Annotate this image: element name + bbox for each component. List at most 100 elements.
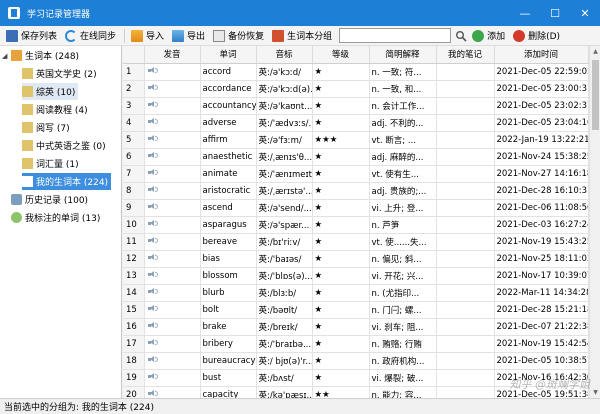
pronunciation-cell[interactable] bbox=[144, 233, 201, 251]
search-input[interactable] bbox=[339, 28, 452, 43]
pronunciation-cell[interactable] bbox=[144, 352, 201, 370]
table-row[interactable]: 10 asparagus 英:/ə'spær... ★ n. 芦笋 2021-Dec-03… bbox=[123, 216, 589, 234]
notes-cell[interactable] bbox=[436, 199, 495, 217]
notes-cell[interactable] bbox=[436, 267, 495, 285]
notes-cell[interactable] bbox=[436, 386, 495, 398]
vertical-scrollbar[interactable]: ▲ ▼ bbox=[589, 46, 600, 398]
speaker-icon[interactable] bbox=[147, 372, 158, 381]
pronunciation-cell[interactable] bbox=[144, 114, 201, 132]
speaker-icon[interactable] bbox=[147, 185, 158, 194]
header-word[interactable]: 单词 bbox=[200, 46, 257, 64]
speaker-icon[interactable] bbox=[147, 321, 158, 330]
table-row[interactable]: 11 bereave 英:/bɪ'riːv/★ vt. 使......失... 2021… bbox=[123, 233, 589, 251]
notes-cell[interactable] bbox=[436, 301, 495, 319]
notes-cell[interactable] bbox=[436, 97, 495, 115]
tree-item-comprehensive-english[interactable]: 综英 (10) bbox=[22, 83, 79, 100]
notes-cell[interactable] bbox=[436, 148, 495, 166]
header-my-notes[interactable]: 我的笔记 bbox=[436, 46, 495, 64]
add-button[interactable]: 添加 bbox=[469, 27, 508, 45]
online-sync-button[interactable]: 在线同步 bbox=[62, 27, 119, 45]
notes-cell[interactable] bbox=[436, 131, 495, 149]
table-row[interactable]: 9 ascend 英:/ə'send/... ★ vi. 上升; 登... 2021-De… bbox=[123, 199, 589, 217]
speaker-icon[interactable] bbox=[147, 338, 158, 347]
notes-cell[interactable] bbox=[436, 165, 495, 183]
speaker-icon[interactable] bbox=[147, 117, 158, 126]
speaker-icon[interactable] bbox=[147, 236, 158, 245]
speaker-icon[interactable] bbox=[147, 134, 158, 143]
header-level[interactable]: 等级 bbox=[312, 46, 370, 64]
header-phonetic[interactable]: 音标 bbox=[256, 46, 313, 64]
speaker-icon[interactable] bbox=[147, 287, 158, 296]
tree-item-reading-writing[interactable]: 阅写 (7) bbox=[22, 119, 73, 136]
table-row[interactable]: 16 brake 英:/breɪk/★ vi. 刹车; 阻... 2021-Dec-07… bbox=[123, 318, 589, 336]
pronunciation-cell[interactable] bbox=[144, 131, 201, 149]
speaker-icon[interactable] bbox=[147, 168, 158, 177]
scroll-down-arrow-icon[interactable]: ▼ bbox=[590, 387, 600, 398]
delete-button[interactable]: 删除(D) bbox=[510, 27, 563, 45]
speaker-icon[interactable] bbox=[147, 253, 158, 262]
notes-cell[interactable] bbox=[436, 233, 495, 251]
search-button[interactable] bbox=[453, 28, 469, 44]
table-row[interactable]: 7 animate英:/'ænɪmeɪt...★vt. 使有生... 2021-No… bbox=[123, 165, 589, 183]
notes-cell[interactable] bbox=[436, 284, 495, 302]
tree-item-reading-course[interactable]: 阅读教程 (4) bbox=[22, 101, 91, 118]
notes-cell[interactable] bbox=[436, 369, 495, 387]
header-definition[interactable]: 简明解释 bbox=[369, 46, 437, 64]
speaker-icon[interactable] bbox=[147, 304, 158, 313]
table-row[interactable]: 17 bribery 英:/'braɪbə... ★ n. 贿赂; 行贿 2021-Nov… bbox=[123, 335, 589, 353]
speaker-icon[interactable] bbox=[147, 100, 158, 109]
tree-item-vocabulary[interactable]: 词汇量 (1) bbox=[22, 155, 82, 172]
tree-item-wordbook[interactable]: ◢ 生词本 (248) bbox=[2, 47, 82, 64]
speaker-icon[interactable] bbox=[147, 66, 158, 75]
notes-cell[interactable] bbox=[436, 335, 495, 353]
save-list-button[interactable]: 保存列表 bbox=[3, 27, 60, 45]
tree-item-english-literature[interactable]: 英国文学史 (2) bbox=[22, 65, 100, 82]
tree-item-marked-words[interactable]: 我标注的单词 (13) bbox=[11, 209, 103, 226]
pronunciation-cell[interactable] bbox=[144, 318, 201, 336]
tree-item-chinglish[interactable]: 中式英语之鉴 (0) bbox=[22, 137, 109, 154]
export-button[interactable]: 导出 bbox=[169, 27, 208, 45]
pronunciation-cell[interactable] bbox=[144, 335, 201, 353]
table-row[interactable]: 4 adverse 英:/'ædvɜːs/... ★ adj. 不利的... 2021-D… bbox=[123, 114, 589, 132]
scroll-up-arrow-icon[interactable]: ▲ bbox=[590, 46, 600, 57]
speaker-icon[interactable] bbox=[147, 355, 158, 364]
pronunciation-cell[interactable] bbox=[144, 80, 201, 98]
pronunciation-cell[interactable] bbox=[144, 199, 201, 217]
speaker-icon[interactable] bbox=[147, 83, 158, 92]
pronunciation-cell[interactable] bbox=[144, 369, 201, 387]
pronunciation-cell[interactable] bbox=[144, 182, 201, 200]
table-row[interactable]: 12 bias 英:/'baɪəs/★ n. 偏见; 斜... 2021-Nov-25 … bbox=[123, 250, 589, 268]
wordbook-group-button[interactable]: 生词本分组 bbox=[269, 27, 335, 45]
pronunciation-cell[interactable] bbox=[144, 148, 201, 166]
notes-cell[interactable] bbox=[436, 216, 495, 234]
pronunciation-cell[interactable] bbox=[144, 165, 201, 183]
speaker-icon[interactable] bbox=[147, 389, 158, 398]
minimize-button[interactable]: — bbox=[510, 0, 540, 26]
pronunciation-cell[interactable] bbox=[144, 97, 201, 115]
notes-cell[interactable] bbox=[436, 80, 495, 98]
table-row[interactable]: 2 accordance英:/ə'kɔːd(ə)...★n. 一致, 和... 20… bbox=[123, 80, 589, 98]
notes-cell[interactable] bbox=[436, 63, 495, 81]
pronunciation-cell[interactable] bbox=[144, 386, 201, 398]
backup-restore-button[interactable]: 备份恢复 bbox=[210, 27, 267, 45]
pronunciation-cell[interactable] bbox=[144, 63, 201, 81]
tree-item-my-wordbook[interactable]: 我的生词本 (224) bbox=[22, 173, 112, 190]
header-added-time[interactable]: 添加时间 bbox=[494, 46, 589, 64]
speaker-icon[interactable] bbox=[147, 151, 158, 160]
tree-item-history[interactable]: 历史记录 (100) bbox=[11, 191, 91, 208]
table-row[interactable]: 13 blossom 英:/'blɒs(ə)... ★ vi. 开花; 兴... 2021… bbox=[123, 267, 589, 285]
table-row[interactable]: 5 affirm 英:/ə'fɜːm/★★★ vt. 断言; ... 2022-Jan-… bbox=[123, 131, 589, 149]
notes-cell[interactable] bbox=[436, 182, 495, 200]
table-row[interactable]: 14 blurb 英:/blɜːb/★ n. (尤指印... 2022-Mar-11 1… bbox=[123, 284, 589, 302]
table-row[interactable]: 3 accountancy 英:/ə'kaʊnt... ★ n. 会计工作... 2021… bbox=[123, 97, 589, 115]
speaker-icon[interactable] bbox=[147, 219, 158, 228]
table-row[interactable]: 15 bolt 英:/bəʊlt/★ n. 门闩; 螺... 2021-Dec-28 1… bbox=[123, 301, 589, 319]
table-row[interactable]: 6 anaesthetic 英:/ˌænɪs'θ... ★ adj. 麻醉的... 202… bbox=[123, 148, 589, 166]
import-button[interactable]: 导入 bbox=[128, 27, 167, 45]
table-row[interactable]: 18 bureaucracy 英:/ bjʊ(ə)'r... ★ n. 政府机构... 2… bbox=[123, 352, 589, 370]
header-pronunciation[interactable]: 发音 bbox=[144, 46, 201, 64]
scrollbar-thumb[interactable] bbox=[592, 60, 599, 130]
table-row[interactable]: 1 accord 英:/ə'kɔːd/★ n. 一致; 符... 2021-Dec-05… bbox=[123, 63, 589, 81]
notes-cell[interactable] bbox=[436, 352, 495, 370]
notes-cell[interactable] bbox=[436, 250, 495, 268]
